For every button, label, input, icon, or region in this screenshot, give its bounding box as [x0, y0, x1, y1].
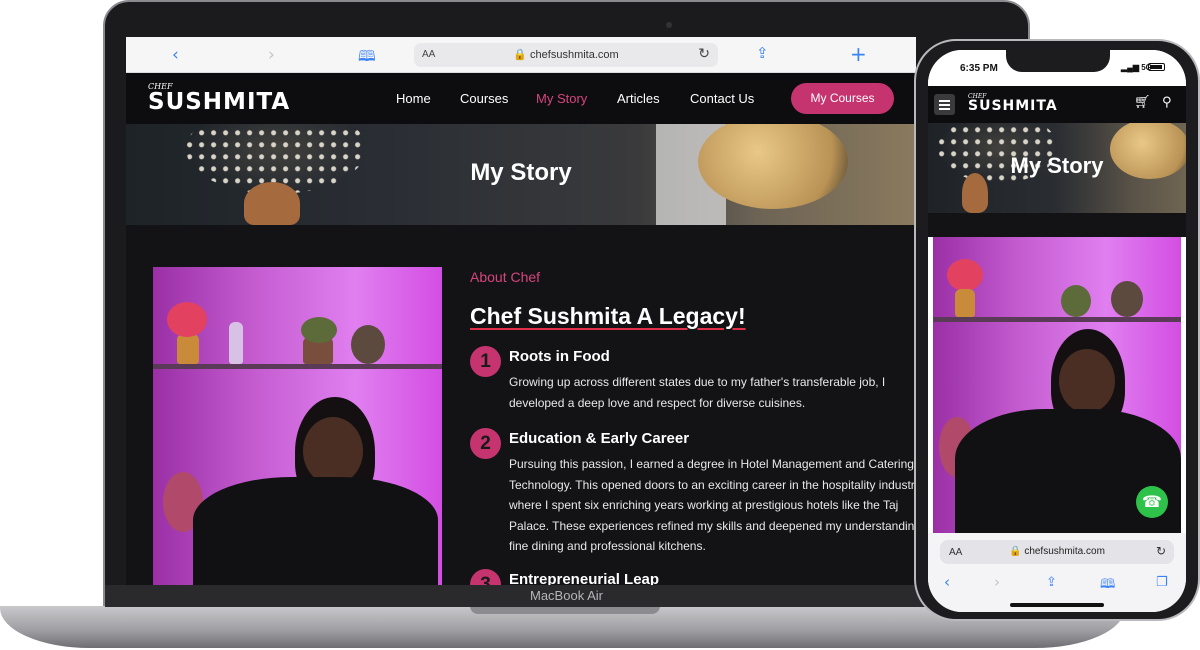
mobile-chef-photo: ☎ — [933, 237, 1181, 533]
nav-articles[interactable]: Articles — [617, 91, 660, 106]
reload-icon[interactable]: ↻ — [698, 46, 710, 62]
flowers — [167, 302, 207, 337]
laptop-camera — [666, 22, 672, 28]
mobile-hero-title: My Story — [1010, 153, 1104, 178]
nav-contact-us[interactable]: Contact Us — [690, 91, 754, 106]
nav-courses[interactable]: Courses — [460, 91, 508, 106]
url-value: chefsushmita.com — [530, 49, 619, 61]
vase-image — [962, 173, 988, 213]
laptop-hinge-notch — [470, 606, 660, 614]
step-number: 2 — [470, 428, 501, 459]
chef-face — [303, 417, 363, 485]
step-body-clip: Growing up across different states due t… — [509, 372, 916, 416]
battery-icon — [1148, 63, 1165, 71]
hamburger-icon[interactable] — [934, 94, 955, 115]
mobile-browser-bar: AA 🔒 chefsushmita.com ↻ ‹ › ⇪ 🕮 ❐ — [928, 533, 1186, 612]
about-section: About Chef Chef Sushmita A Legacy! 1 Roo… — [126, 225, 916, 585]
status-bar: 6:35 PM ▂▄▆ 5G — [928, 50, 1186, 86]
home-indicator — [1010, 603, 1104, 607]
shelf — [153, 364, 442, 369]
shelf — [933, 317, 1181, 322]
plant — [1111, 281, 1143, 317]
back-chevron-icon[interactable]: ‹ — [172, 45, 179, 65]
device-label: MacBook Air — [530, 588, 603, 603]
nav-home[interactable]: Home — [396, 91, 431, 106]
chef-jacket — [193, 477, 438, 585]
logo[interactable]: SUSHMITA — [148, 89, 290, 115]
nav-my-story[interactable]: My Story — [536, 91, 587, 106]
bottle — [229, 322, 243, 364]
cart-icon[interactable]: 🛒︎ — [1134, 95, 1151, 110]
share-icon[interactable]: ⇪ — [756, 44, 769, 62]
phone-screen: 6:35 PM ▂▄▆ 5G CHEF SUSHMITA 🛒︎ ⚲ My Sto… — [928, 50, 1186, 612]
tabs-icon[interactable]: ❐ — [1156, 575, 1168, 590]
section-heading: Chef Sushmita A Legacy! — [470, 303, 746, 329]
step-number: 3 — [470, 569, 501, 585]
step-title: Education & Early Career — [509, 430, 690, 447]
plant — [301, 317, 337, 343]
chef-face — [1059, 349, 1115, 413]
step-title: Roots in Food — [509, 348, 610, 365]
site-header: CHEF SUSHMITA Home Courses My Story Arti… — [126, 73, 916, 124]
step-body: Growing up across different states due t… — [509, 375, 886, 410]
url-text: 🔒 chefsushmita.com — [513, 49, 619, 61]
forward-chevron-icon[interactable]: › — [994, 573, 1000, 591]
hero-banner: My Story — [126, 124, 916, 225]
status-time: 6:35 PM — [960, 63, 998, 74]
step-body: Pursuing this passion, I earned a degree… — [509, 457, 916, 553]
mobile-site-header: CHEF SUSHMITA 🛒︎ ⚲ — [928, 86, 1186, 123]
chef-photo — [153, 267, 442, 585]
section-eyebrow: About Chef — [470, 269, 541, 285]
vase-image — [244, 182, 300, 225]
step-body-clip: Pursuing this passion, I earned a degree… — [509, 454, 916, 558]
phone-notch — [1006, 50, 1110, 72]
forward-chevron-icon[interactable]: › — [268, 45, 275, 65]
step-number: 1 — [470, 346, 501, 377]
flowers — [947, 259, 983, 291]
address-bar[interactable]: AA 🔒 chefsushmita.com ↻ — [414, 43, 718, 67]
bookmarks-icon[interactable]: 🕮 — [358, 46, 376, 71]
plus-icon[interactable]: + — [850, 42, 867, 66]
hero-title: My Story — [470, 159, 572, 186]
back-chevron-icon[interactable]: ‹ — [944, 573, 950, 591]
mobile-address-bar[interactable]: AA 🔒 chefsushmita.com ↻ — [940, 540, 1174, 564]
bookmarks-icon[interactable]: 🕮 — [1100, 575, 1115, 597]
logo[interactable]: SUSHMITA — [968, 98, 1058, 114]
url-text: 🔒 chefsushmita.com — [1009, 546, 1105, 557]
step-clip: 3 Entrepreneurial Leap — [470, 561, 916, 585]
my-courses-button[interactable]: My Courses — [791, 83, 894, 114]
plant-pot — [955, 289, 975, 317]
mobile-hero-banner: My Story — [928, 123, 1186, 213]
search-icon[interactable]: ⚲ — [1162, 95, 1172, 110]
plant — [1061, 285, 1091, 317]
plant — [351, 325, 385, 364]
share-icon[interactable]: ⇪ — [1046, 575, 1057, 590]
reload-icon[interactable]: ↻ — [1156, 544, 1166, 558]
section-gap — [928, 213, 1186, 237]
step-title: Entrepreneurial Leap — [509, 571, 660, 585]
laptop-chin: MacBook Air — [105, 585, 1028, 607]
plant-pot — [177, 334, 199, 364]
whatsapp-icon[interactable]: ☎ — [1136, 486, 1168, 518]
laptop-screen: ‹ › 🕮 AA 🔒 chefsushmita.com ↻ ⇪ + CHEF S… — [126, 37, 916, 585]
url-value: chefsushmita.com — [1024, 546, 1105, 557]
browser-toolbar: ‹ › 🕮 AA 🔒 chefsushmita.com ↻ ⇪ + — [126, 37, 916, 73]
